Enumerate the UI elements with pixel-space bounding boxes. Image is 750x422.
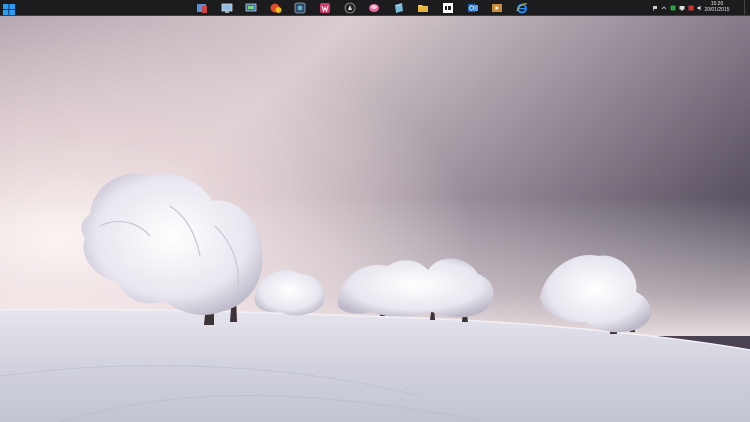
system-tray xyxy=(652,0,706,15)
app-icon-3 xyxy=(245,3,257,11)
taskbar-app-3[interactable] xyxy=(243,0,259,15)
taskbar-app-14[interactable] xyxy=(514,0,530,15)
start-button[interactable] xyxy=(3,2,15,15)
app-icon-4 xyxy=(270,3,282,13)
security-icon[interactable] xyxy=(670,5,676,11)
taskbar-app-13[interactable] xyxy=(489,0,505,15)
app-icon-12 xyxy=(467,3,478,12)
app-icon-9 xyxy=(394,2,403,13)
network-icon[interactable] xyxy=(679,5,685,11)
taskbar-app-2[interactable] xyxy=(219,0,235,15)
app-icon-13 xyxy=(492,3,503,12)
taskbar-app-12[interactable] xyxy=(465,0,481,15)
windows-logo-icon xyxy=(3,4,15,15)
app-icon-8 xyxy=(369,3,380,12)
app-icon-1 xyxy=(197,3,207,13)
wallpaper-image xyxy=(0,16,750,422)
taskbar: 15:20 20/01/2015 xyxy=(0,0,750,16)
taskbar-app-9[interactable] xyxy=(391,0,407,15)
app-icon-5 xyxy=(294,2,306,13)
desktop-wallpaper xyxy=(0,16,750,422)
chevron-up-icon[interactable] xyxy=(661,5,667,11)
taskbar-app-6[interactable] xyxy=(317,0,333,15)
taskbar-app-11[interactable] xyxy=(440,0,456,15)
app-icon-2 xyxy=(221,3,232,13)
app-icon-6 xyxy=(319,2,330,13)
clock-date: 20/01/2015 xyxy=(704,7,730,13)
taskbar-app-8[interactable] xyxy=(366,0,382,15)
clock[interactable]: 15:20 20/01/2015 xyxy=(702,1,732,13)
taskbar-app-5[interactable] xyxy=(292,0,308,15)
taskbar-app-1[interactable] xyxy=(194,0,210,15)
app-icon-7 xyxy=(344,2,355,13)
app-icon-11 xyxy=(442,2,453,13)
internet-explorer-icon xyxy=(516,2,527,13)
taskbar-app-7[interactable] xyxy=(342,0,358,15)
taskbar-app-10[interactable] xyxy=(415,0,431,15)
taskbar-app-4[interactable] xyxy=(268,0,284,15)
app-icon-10 xyxy=(418,4,429,12)
pinned-apps xyxy=(194,0,538,15)
show-desktop-button[interactable] xyxy=(744,0,750,15)
flag-icon[interactable] xyxy=(652,5,658,11)
app-tray-icon[interactable] xyxy=(688,5,694,11)
